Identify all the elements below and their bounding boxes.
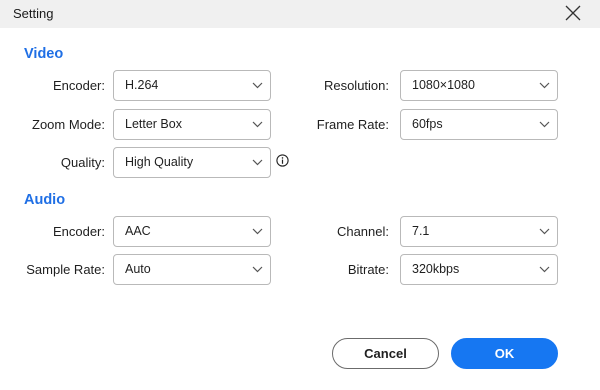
bitrate-value: 320kbps — [412, 262, 460, 276]
chevron-down-icon — [252, 159, 263, 166]
frame-rate-value: 60fps — [412, 117, 443, 131]
bitrate-select[interactable]: 320kbps — [400, 254, 558, 285]
sample-rate-select[interactable]: Auto — [113, 254, 271, 285]
channel-label: Channel: — [336, 224, 389, 239]
resolution-select[interactable]: 1080×1080 — [400, 70, 558, 101]
zoom-mode-value: Letter Box — [125, 117, 182, 131]
window-title: Setting — [13, 6, 54, 21]
chevron-down-icon — [252, 121, 263, 128]
channel-select[interactable]: 7.1 — [400, 216, 558, 247]
video-encoder-value: H.264 — [125, 78, 159, 92]
info-icon[interactable] — [276, 154, 289, 167]
close-icon — [565, 5, 581, 21]
sample-rate-value: Auto — [125, 262, 151, 276]
video-section-heading: Video — [24, 46, 64, 62]
audio-section-heading: Audio — [24, 192, 66, 208]
quality-label: Quality: — [60, 155, 105, 170]
bitrate-label: Bitrate: — [347, 262, 389, 277]
chevron-down-icon — [252, 228, 263, 235]
quality-select[interactable]: High Quality — [113, 147, 271, 178]
audio-encoder-label: Encoder: — [52, 224, 105, 239]
chevron-down-icon — [539, 121, 550, 128]
close-button[interactable] — [561, 3, 585, 25]
quality-value: High Quality — [125, 155, 194, 169]
title-bar: Setting — [0, 0, 600, 28]
resolution-label: Resolution: — [323, 78, 389, 93]
cancel-button[interactable]: Cancel — [332, 338, 439, 369]
zoom-mode-select[interactable]: Letter Box — [113, 109, 271, 140]
chevron-down-icon — [539, 82, 550, 89]
chevron-down-icon — [252, 82, 263, 89]
frame-rate-label: Frame Rate: — [316, 117, 389, 132]
video-encoder-select[interactable]: H.264 — [113, 70, 271, 101]
audio-encoder-select[interactable]: AAC — [113, 216, 271, 247]
sample-rate-label: Sample Rate: — [26, 262, 105, 277]
audio-encoder-value: AAC — [125, 224, 151, 238]
frame-rate-select[interactable]: 60fps — [400, 109, 558, 140]
chevron-down-icon — [539, 228, 550, 235]
chevron-down-icon — [539, 266, 550, 273]
channel-value: 7.1 — [412, 224, 430, 238]
chevron-down-icon — [252, 266, 263, 273]
resolution-value: 1080×1080 — [412, 78, 475, 92]
video-encoder-label: Encoder: — [52, 78, 105, 93]
ok-button[interactable]: OK — [451, 338, 558, 369]
zoom-mode-label: Zoom Mode: — [32, 117, 105, 132]
